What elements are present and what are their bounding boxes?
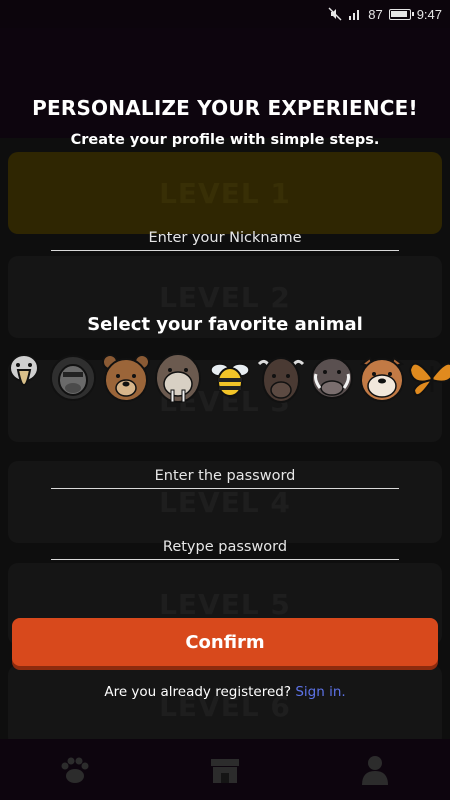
retype-password-field[interactable] (51, 536, 399, 560)
confirm-button[interactable]: Confirm (12, 618, 438, 666)
status-bar: 87 9:47 (0, 0, 450, 28)
butterfly-icon[interactable] (406, 350, 450, 406)
signin-link[interactable]: Sign in. (295, 684, 345, 700)
page-subtitle: Create your profile with simple steps. (70, 132, 380, 148)
gorilla-icon[interactable] (47, 350, 99, 406)
nickname-field[interactable] (51, 227, 399, 251)
retype-password-input[interactable] (51, 536, 399, 558)
signin-question: Are you already registered? (104, 684, 292, 700)
page-title: PERSONALIZE YOUR EXPERIENCE! (32, 96, 418, 120)
battery-percent: 87 (368, 6, 383, 22)
animal-carousel[interactable] (0, 350, 450, 406)
animal-selection-heading: Select your favorite animal (87, 314, 363, 335)
bee-icon[interactable] (204, 350, 256, 406)
bulldog-icon[interactable] (356, 350, 408, 406)
bison-icon[interactable] (255, 350, 307, 406)
bear-icon[interactable] (100, 350, 152, 406)
walrus-icon[interactable] (152, 350, 204, 406)
warthog-icon[interactable] (306, 350, 358, 406)
shoebill-icon[interactable] (0, 350, 50, 406)
password-input[interactable] (51, 465, 399, 487)
password-field[interactable] (51, 465, 399, 489)
clock: 9:47 (416, 6, 442, 22)
signin-prompt: Are you already registered? Sign in. (0, 684, 450, 700)
signal-icon (349, 10, 360, 20)
battery-icon (388, 8, 414, 20)
nickname-input[interactable] (51, 227, 399, 249)
mute-icon (328, 7, 342, 21)
